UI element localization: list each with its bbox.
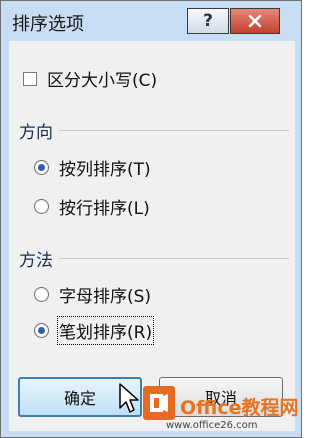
- sort-options-dialog: 排序选项 ? 区分大小写(C) 方向 按列排序(T) 按行排序(L) 方法 字母…: [0, 0, 302, 438]
- method-divider: [59, 258, 289, 259]
- method-group-label: 方法: [19, 251, 53, 271]
- alphabetical-sort-radio[interactable]: [34, 287, 49, 302]
- watermark-url: www.office26.com: [166, 420, 258, 431]
- sort-by-row-radio[interactable]: [34, 199, 49, 214]
- sort-by-column-label: 按列排序(T): [59, 160, 151, 180]
- close-button[interactable]: [230, 8, 280, 34]
- office-logo-icon: [143, 386, 175, 420]
- case-sensitive-label: 区分大小写(C): [47, 71, 158, 91]
- dialog-body: 区分大小写(C) 方向 按列排序(T) 按行排序(L) 方法 字母排序(S) 笔…: [9, 41, 295, 431]
- dialog-title: 排序选项: [12, 14, 84, 35]
- case-sensitive-option[interactable]: 区分大小写(C): [23, 66, 157, 91]
- sort-by-column-option[interactable]: 按列排序(T): [34, 155, 151, 180]
- sort-by-row-label: 按行排序(L): [59, 199, 150, 219]
- title-bar[interactable]: 排序选项 ?: [1, 1, 301, 41]
- case-sensitive-checkbox[interactable]: [23, 71, 37, 86]
- sort-by-row-option[interactable]: 按行排序(L): [34, 194, 150, 219]
- alphabetical-sort-option[interactable]: 字母排序(S): [34, 282, 151, 307]
- stroke-sort-option[interactable]: 笔划排序(R): [34, 316, 155, 345]
- stroke-sort-label: 笔划排序(R): [56, 316, 155, 345]
- close-icon: [248, 14, 262, 28]
- alphabetical-sort-label: 字母排序(S): [59, 287, 152, 307]
- orientation-group-label: 方向: [19, 123, 53, 143]
- stroke-sort-radio[interactable]: [34, 323, 49, 338]
- mouse-cursor-icon: [119, 383, 139, 413]
- orientation-divider: [59, 130, 289, 131]
- help-button[interactable]: ?: [187, 8, 229, 34]
- help-icon: ?: [203, 11, 213, 31]
- watermark-brand: Office教程网: [180, 397, 299, 419]
- sort-by-column-radio[interactable]: [34, 160, 49, 175]
